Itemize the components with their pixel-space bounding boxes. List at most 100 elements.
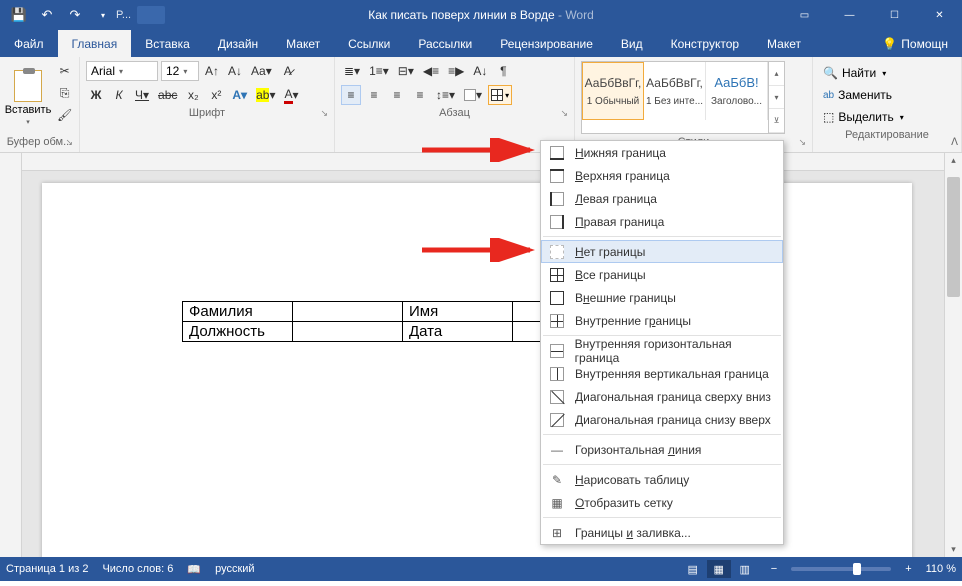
style-gallery[interactable]: АаБбВвГг, 1 Обычный АаБбВвГг, 1 Без инте… (581, 61, 785, 134)
align-center-button[interactable]: ≡ (364, 85, 384, 105)
close-button[interactable]: ✕ (917, 0, 962, 30)
justify-button[interactable]: ≡ (410, 85, 430, 105)
multilevel-button[interactable]: ⊟▾ (395, 61, 417, 81)
border-option-grid[interactable]: ▦Отобразить сетку (541, 491, 783, 514)
show-marks-button[interactable]: ¶ (493, 61, 513, 81)
tab-references[interactable]: Ссылки (334, 30, 404, 57)
status-page[interactable]: Страница 1 из 2 (6, 563, 88, 575)
table-cell[interactable]: Дата (403, 322, 513, 342)
tab-home[interactable]: Главная (58, 30, 132, 57)
table-cell[interactable] (293, 302, 403, 322)
account-chip[interactable] (137, 6, 165, 24)
table-cell[interactable]: Фамилия (183, 302, 293, 322)
borders-button[interactable]: ▾ (488, 85, 512, 105)
text-effects-button[interactable]: A▾ (229, 85, 250, 105)
align-left-button[interactable]: ≡ (341, 85, 361, 105)
tell-me-field[interactable]: 💡Помощн (868, 30, 962, 57)
border-option-outer[interactable]: Внешние границы (541, 286, 783, 309)
border-option-top[interactable]: Верхняя граница (541, 164, 783, 187)
sort-button[interactable]: A↓ (470, 61, 490, 81)
paragraph-launcher[interactable]: ↘ (560, 108, 568, 119)
status-spellcheck[interactable]: 📖 (187, 563, 201, 576)
view-print-button[interactable]: ▦ (707, 560, 731, 578)
vertical-scrollbar[interactable]: ▴ ▾ (944, 153, 962, 557)
font-size-combo[interactable]: 12▾ (161, 61, 199, 81)
tab-table-design[interactable]: Конструктор (657, 30, 753, 57)
save-button[interactable]: 💾 (6, 3, 32, 27)
zoom-level[interactable]: 110 % (926, 563, 956, 575)
select-button[interactable]: ⬚Выделить▾ (819, 107, 955, 127)
border-option-inner[interactable]: Внутренние границы (541, 309, 783, 332)
zoom-slider[interactable] (791, 567, 891, 571)
tab-view[interactable]: Вид (607, 30, 657, 57)
view-web-button[interactable]: ▥ (733, 560, 757, 578)
minimize-button[interactable]: — (827, 0, 872, 30)
border-option-left[interactable]: Левая граница (541, 187, 783, 210)
tab-insert[interactable]: Вставка (131, 30, 204, 57)
style-no-spacing[interactable]: АаБбВвГг, 1 Без инте... (644, 62, 706, 120)
strikethrough-button[interactable]: abc (155, 85, 180, 105)
clear-formatting-button[interactable]: A̷ (278, 61, 298, 81)
status-language[interactable]: русский (215, 563, 254, 575)
bold-button[interactable]: Ж (86, 85, 106, 105)
styles-launcher[interactable]: ↘ (798, 137, 806, 148)
find-button[interactable]: 🔍Найти▾ (819, 63, 955, 83)
format-painter-button[interactable]: 🖌 (54, 105, 75, 125)
tab-design[interactable]: Дизайн (204, 30, 272, 57)
replace-button[interactable]: abЗаменить (819, 85, 955, 105)
collapse-ribbon-button[interactable]: ᐱ (951, 137, 958, 148)
qat-customize[interactable]: ▾ (90, 3, 116, 27)
highlight-button[interactable]: ab▾ (253, 85, 278, 105)
tab-table-layout[interactable]: Макет (753, 30, 815, 57)
undo-button[interactable]: ↶ (34, 3, 60, 27)
border-option-dialog[interactable]: ⊞Границы и заливка... (541, 521, 783, 544)
bullets-button[interactable]: ≣▾ (341, 61, 363, 81)
border-option-none[interactable]: Нет границы (541, 240, 783, 263)
grow-font-button[interactable]: A↑ (202, 61, 222, 81)
tab-review[interactable]: Рецензирование (486, 30, 607, 57)
increase-indent-button[interactable]: ≡▶ (445, 61, 467, 81)
border-option-draw[interactable]: ✎Нарисовать таблицу (541, 468, 783, 491)
ribbon-options-button[interactable]: ▭ (782, 0, 827, 30)
table-cell[interactable]: Должность (183, 322, 293, 342)
clipboard-launcher[interactable]: ↘ (65, 137, 73, 148)
view-read-button[interactable]: ▤ (681, 560, 705, 578)
copy-button[interactable]: ⎘ (54, 83, 75, 103)
numbering-button[interactable]: 1≡▾ (366, 61, 392, 81)
font-color-button[interactable]: A▾ (281, 85, 301, 105)
border-option-diagd[interactable]: Диагональная граница сверху вниз (541, 385, 783, 408)
decrease-indent-button[interactable]: ◀≡ (420, 61, 442, 81)
change-case-button[interactable]: Aa▾ (248, 61, 275, 81)
underline-button[interactable]: Ч▾ (132, 85, 152, 105)
zoom-out-button[interactable]: − (771, 563, 777, 575)
style-heading1[interactable]: АаБбВ! Заголово... (706, 62, 768, 120)
border-option-all[interactable]: Все границы (541, 263, 783, 286)
scroll-up-icon[interactable]: ▴ (945, 155, 962, 166)
redo-button[interactable]: ↷ (62, 3, 88, 27)
border-option-iv[interactable]: Внутренняя вертикальная граница (541, 362, 783, 385)
maximize-button[interactable]: ☐ (872, 0, 917, 30)
style-gallery-scroll[interactable]: ▴▾⊻ (768, 62, 784, 133)
italic-button[interactable]: К (109, 85, 129, 105)
shrink-font-button[interactable]: A↓ (225, 61, 245, 81)
font-name-combo[interactable]: Arial▾ (86, 61, 158, 81)
table-cell[interactable]: Имя (403, 302, 513, 322)
table-cell[interactable] (293, 322, 403, 342)
align-right-button[interactable]: ≡ (387, 85, 407, 105)
tab-layout[interactable]: Макет (272, 30, 334, 57)
scroll-down-icon[interactable]: ▾ (945, 544, 962, 555)
border-option-ih[interactable]: Внутренняя горизонтальная граница (541, 339, 783, 362)
border-option-right[interactable]: Правая граница (541, 210, 783, 233)
status-word-count[interactable]: Число слов: 6 (102, 563, 173, 575)
tab-file[interactable]: Файл (0, 30, 58, 57)
superscript-button[interactable]: x² (206, 85, 226, 105)
subscript-button[interactable]: x₂ (183, 85, 203, 105)
zoom-in-button[interactable]: + (905, 563, 911, 575)
zoom-thumb[interactable] (853, 563, 861, 575)
cut-button[interactable]: ✂ (54, 61, 75, 81)
document-scroll[interactable]: Фамилия Имя Должность Дата (22, 153, 944, 557)
style-normal[interactable]: АаБбВвГг, 1 Обычный (582, 62, 644, 120)
scrollbar-thumb[interactable] (947, 177, 960, 297)
paste-button[interactable]: Вставить ▾ (6, 61, 50, 134)
shading-button[interactable]: ▾ (461, 85, 485, 105)
